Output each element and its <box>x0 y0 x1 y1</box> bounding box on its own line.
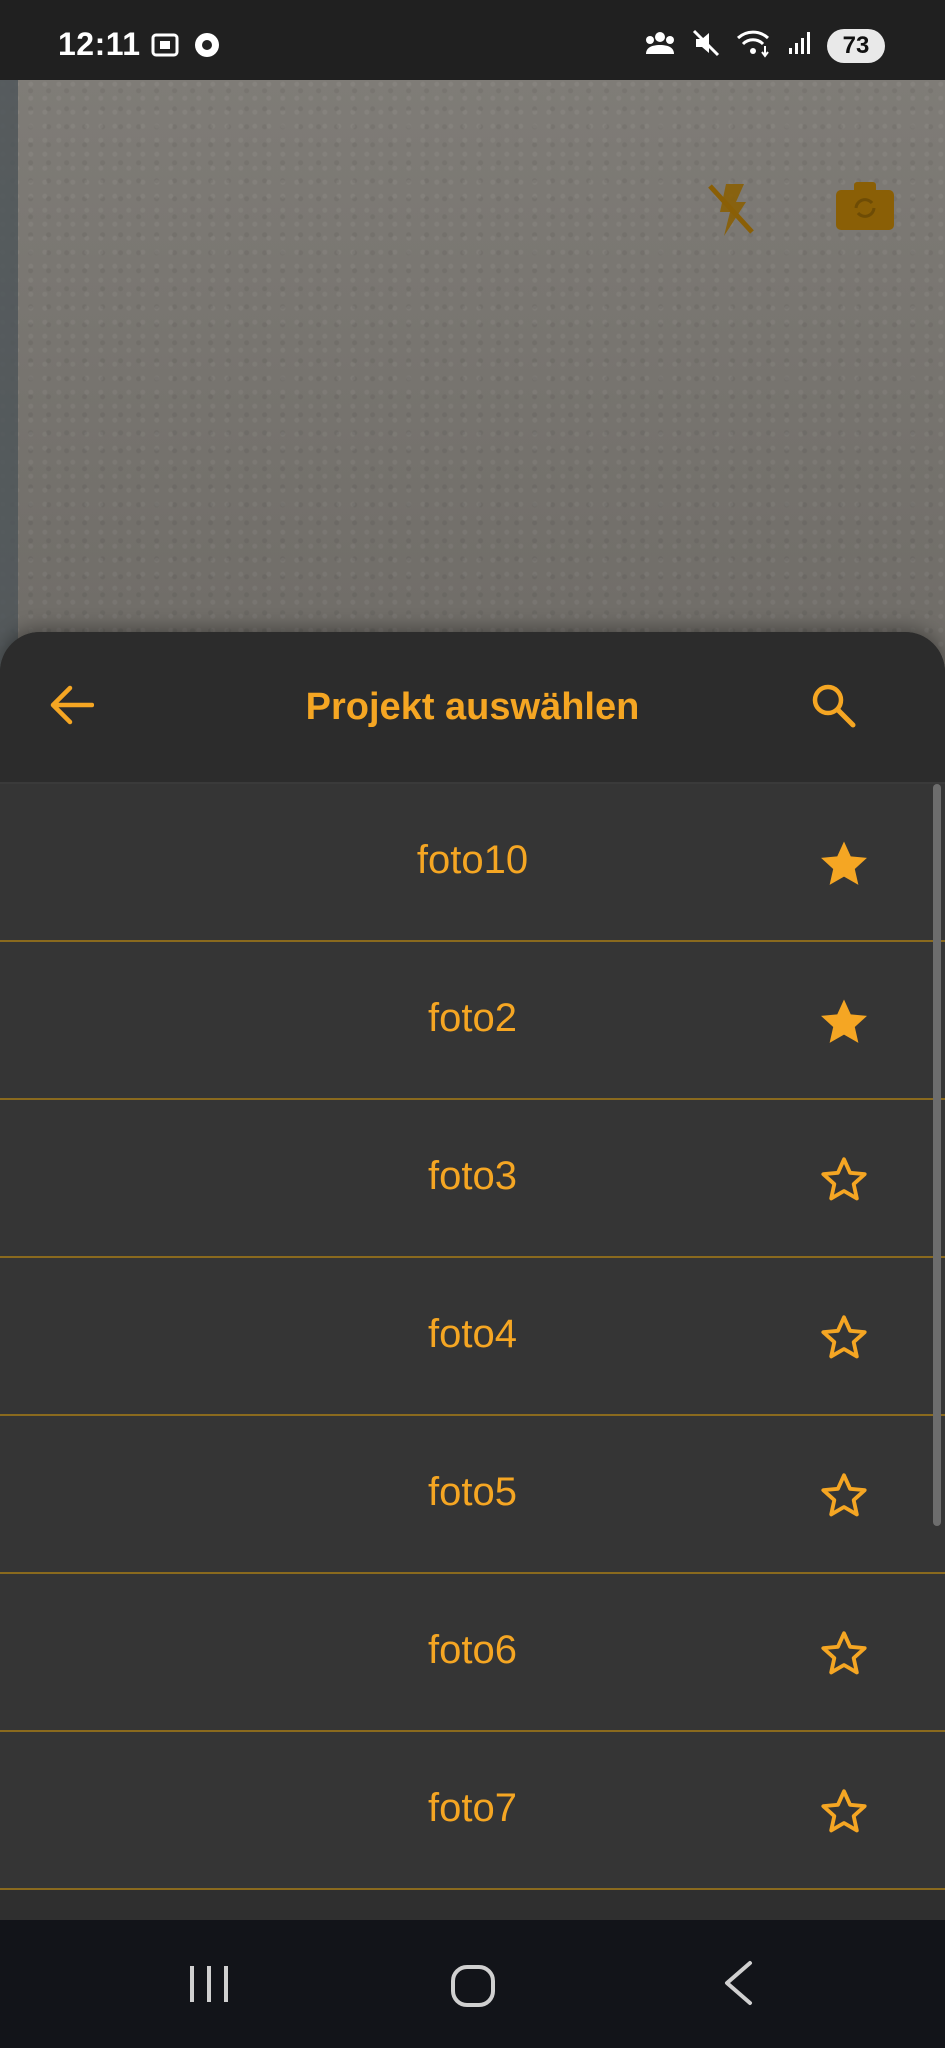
mute-icon <box>691 28 721 63</box>
list-item[interactable]: foto5 <box>0 1416 945 1574</box>
favorite-toggle[interactable] <box>816 994 872 1050</box>
list-scrollbar[interactable] <box>933 784 941 1526</box>
status-left-icons <box>150 30 222 65</box>
battery-indicator: 73 <box>827 28 885 63</box>
list-item[interactable]: foto10 <box>0 784 945 942</box>
people-icon <box>643 29 677 62</box>
project-name: foto7 <box>428 1786 517 1830</box>
flash-off-icon[interactable] <box>704 180 758 245</box>
back-icon[interactable] <box>722 1960 754 2011</box>
status-right-icons: 73 <box>643 28 885 63</box>
project-name: foto5 <box>428 1470 517 1514</box>
star-filled-icon <box>821 841 867 885</box>
project-name: foto3 <box>428 1154 517 1198</box>
chrome-icon <box>192 30 222 65</box>
list-item[interactable]: foto2 <box>0 942 945 1100</box>
home-icon[interactable] <box>450 1964 496 2013</box>
favorite-toggle[interactable] <box>816 1152 872 1208</box>
project-name: foto2 <box>428 996 517 1040</box>
star-outline-icon <box>821 1631 867 1675</box>
camera-preview[interactable] <box>0 80 945 680</box>
system-nav-bar <box>0 1920 945 2048</box>
favorite-toggle[interactable] <box>816 1784 872 1840</box>
favorite-toggle[interactable] <box>816 836 872 892</box>
favorite-toggle[interactable] <box>816 1626 872 1682</box>
signal-icon <box>787 30 813 61</box>
star-outline-icon <box>821 1789 867 1833</box>
list-item[interactable]: foto3 <box>0 1100 945 1258</box>
search-icon <box>809 681 857 734</box>
list-item[interactable]: foto4 <box>0 1258 945 1416</box>
star-outline-icon <box>821 1157 867 1201</box>
star-outline-icon <box>821 1473 867 1517</box>
project-name: foto6 <box>428 1628 517 1672</box>
favorite-toggle[interactable] <box>816 1310 872 1366</box>
switch-camera-icon[interactable] <box>834 178 896 239</box>
wifi-icon <box>735 28 773 63</box>
preview-edge <box>0 80 18 680</box>
sheet-header: Projekt auswählen <box>0 632 945 784</box>
star-filled-icon <box>821 999 867 1043</box>
list-item[interactable]: foto6 <box>0 1574 945 1732</box>
screenshot-icon <box>150 30 180 65</box>
status-bar: 12:11 73 <box>0 0 945 80</box>
project-name: foto4 <box>428 1312 517 1356</box>
star-outline-icon <box>821 1315 867 1359</box>
project-name: foto10 <box>416 838 529 882</box>
list-item[interactable]: foto7 <box>0 1732 945 1890</box>
recents-icon[interactable] <box>188 1964 230 2009</box>
search-button[interactable] <box>806 680 860 734</box>
page-title: Projekt auswählen <box>305 686 640 728</box>
favorite-toggle[interactable] <box>816 1468 872 1524</box>
project-picker-sheet: Projekt auswählen foto10 foto2 foto3 fot… <box>0 632 945 1920</box>
status-time: 12:11 <box>58 26 141 62</box>
project-list: foto10 foto2 foto3 foto4 foto5 foto6 fot… <box>0 784 945 1890</box>
